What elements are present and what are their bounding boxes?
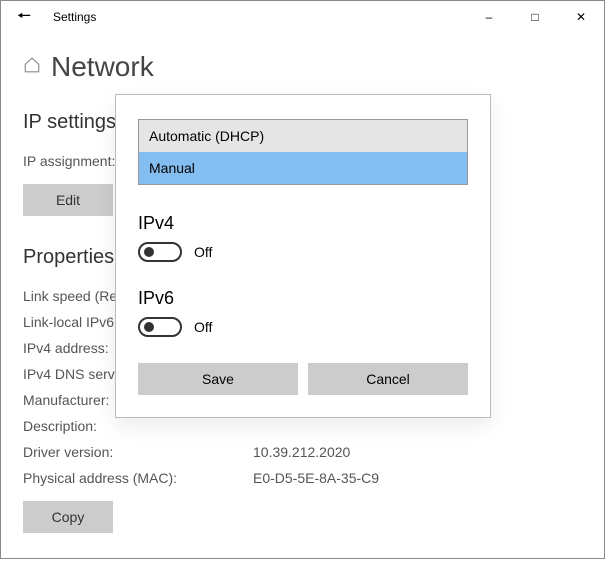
page-title: Network [51, 51, 154, 83]
toggle-knob [144, 322, 154, 332]
back-button[interactable]: 🠔 [1, 1, 47, 33]
edit-button[interactable]: Edit [23, 184, 113, 216]
minimize-button[interactable]: – [466, 1, 512, 33]
close-icon: ✕ [576, 10, 586, 24]
dropdown-option-automatic[interactable]: Automatic (DHCP) [139, 120, 467, 152]
property-value: 10.39.212.2020 [253, 439, 350, 465]
maximize-icon: □ [531, 10, 538, 24]
toggle-knob [144, 247, 154, 257]
ipv4-state: Off [194, 244, 212, 260]
property-row: Physical address (MAC):E0-D5-5E-8A-35-C9 [23, 465, 582, 491]
titlebar: 🠔 Settings – □ ✕ [1, 1, 604, 33]
copy-button[interactable]: Copy [23, 501, 113, 533]
dropdown-option-manual[interactable]: Manual [139, 152, 467, 184]
ipv6-state: Off [194, 319, 212, 335]
ipv6-label: IPv6 [138, 288, 468, 309]
edit-ip-dialog: Automatic (DHCP) Manual IPv4 Off IPv6 Of… [115, 94, 491, 418]
property-row: Driver version:10.39.212.2020 [23, 439, 582, 465]
maximize-button[interactable]: □ [512, 1, 558, 33]
property-key: Physical address (MAC): [23, 465, 253, 491]
ipv4-toggle[interactable] [138, 242, 182, 262]
home-icon [23, 56, 41, 79]
property-key: Driver version: [23, 439, 253, 465]
minimize-icon: – [486, 10, 493, 24]
close-button[interactable]: ✕ [558, 1, 604, 33]
cancel-button[interactable]: Cancel [308, 363, 468, 395]
window-title: Settings [47, 10, 96, 24]
ip-mode-dropdown[interactable]: Automatic (DHCP) Manual [138, 119, 468, 185]
ipv4-label: IPv4 [138, 213, 468, 234]
property-value: E0-D5-5E-8A-35-C9 [253, 465, 379, 491]
arrow-left-icon: 🠔 [17, 8, 31, 25]
save-button[interactable]: Save [138, 363, 298, 395]
ipv6-toggle[interactable] [138, 317, 182, 337]
